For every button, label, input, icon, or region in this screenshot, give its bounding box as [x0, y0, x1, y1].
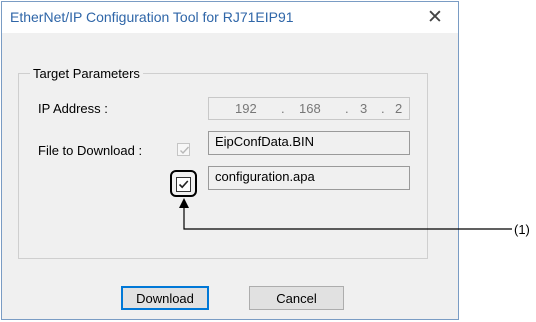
ip-dot: . — [281, 101, 285, 116]
window-title: EtherNet/IP Configuration Tool for RJ71E… — [10, 9, 294, 25]
file2-field: configuration.apa — [208, 166, 410, 190]
ip-address-field: 192 . 168 . 3 . 2 — [208, 97, 410, 120]
title-bar: EtherNet/IP Configuration Tool for RJ71E… — [2, 2, 458, 33]
group-label: Target Parameters — [30, 66, 143, 81]
callout-label: (1) — [514, 222, 530, 237]
ip-dot: . — [381, 101, 385, 116]
file1-field: EipConfData.BIN — [208, 131, 410, 155]
file1-checkbox — [177, 143, 190, 156]
ip-octet-4: 2 — [395, 101, 403, 116]
cancel-button[interactable]: Cancel — [249, 286, 344, 310]
file-to-download-label: File to Download : — [38, 143, 143, 158]
ip-dot: . — [345, 101, 349, 116]
check-icon — [180, 146, 190, 155]
ip-address-label: IP Address : — [38, 101, 108, 116]
download-button[interactable]: Download — [121, 286, 209, 310]
ip-octet-3: 3 — [360, 101, 368, 116]
check-icon — [178, 180, 189, 189]
ip-octet-1: 192 — [235, 101, 257, 116]
file2-checkbox[interactable] — [176, 177, 191, 192]
ip-octet-2: 168 — [299, 101, 321, 116]
close-icon[interactable]: ✕ — [418, 2, 452, 33]
